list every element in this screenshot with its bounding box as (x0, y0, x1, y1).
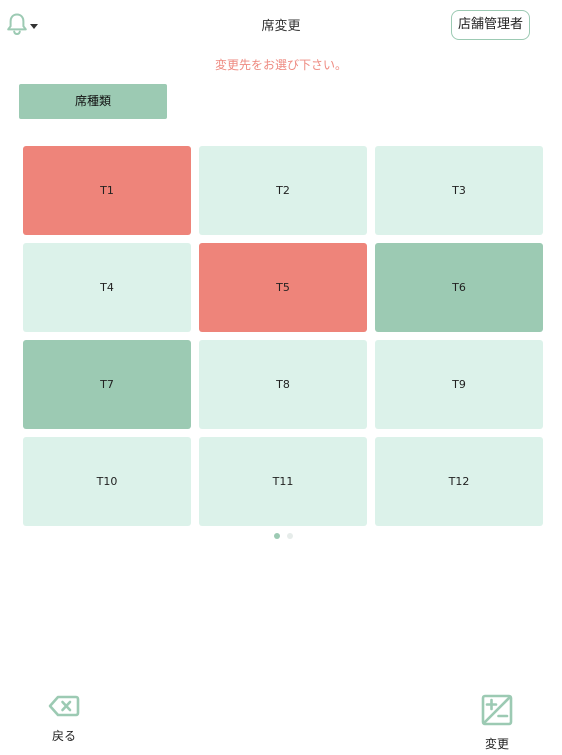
table-cell[interactable]: T10 (23, 437, 191, 526)
table-cell[interactable]: T6 (375, 243, 543, 332)
backspace-icon (48, 694, 80, 722)
table-label: T2 (276, 184, 290, 197)
table-label: T11 (272, 475, 294, 488)
table-cell[interactable]: T8 (199, 340, 367, 429)
table-label: T6 (452, 281, 466, 294)
seat-type-button[interactable]: 席種類 (19, 84, 167, 119)
instruction-text: 変更先をお選び下さい。 (214, 58, 347, 72)
page-dot[interactable] (287, 533, 293, 539)
pagination-dots (274, 533, 293, 539)
table-cell[interactable]: T12 (375, 437, 543, 526)
table-label: T12 (448, 475, 470, 488)
table-label: T10 (96, 475, 118, 488)
table-label: T1 (100, 184, 114, 197)
table-cell[interactable]: T2 (199, 146, 367, 235)
seat-change-screen: 席変更 店舗管理者 変更先をお選び下さい。 席種類 T1 T2 T3 T4 T5… (0, 0, 562, 755)
table-cell[interactable]: T3 (375, 146, 543, 235)
header: 席変更 店舗管理者 (0, 0, 562, 50)
table-label: T5 (276, 281, 290, 294)
change-button[interactable]: 変更 (467, 694, 527, 752)
plus-minus-icon (481, 694, 513, 730)
table-cell[interactable]: T11 (199, 437, 367, 526)
table-label: T8 (276, 378, 290, 391)
table-grid: T1 T2 T3 T4 T5 T6 T7 T8 T9 T10 T11 T12 (23, 146, 543, 526)
table-label: T3 (452, 184, 466, 197)
table-cell[interactable]: T7 (23, 340, 191, 429)
table-label: T7 (100, 378, 114, 391)
back-label: 戻る (51, 729, 76, 743)
table-cell[interactable]: T9 (375, 340, 543, 429)
table-label: T9 (452, 378, 466, 391)
table-label: T4 (100, 281, 114, 294)
page-dot[interactable] (274, 533, 280, 539)
table-cell[interactable]: T5 (199, 243, 367, 332)
table-cell[interactable]: T4 (23, 243, 191, 332)
back-button[interactable]: 戻る (34, 694, 94, 744)
table-cell[interactable]: T1 (23, 146, 191, 235)
store-admin-button[interactable]: 店舗管理者 (450, 10, 530, 40)
change-label: 変更 (484, 737, 509, 751)
